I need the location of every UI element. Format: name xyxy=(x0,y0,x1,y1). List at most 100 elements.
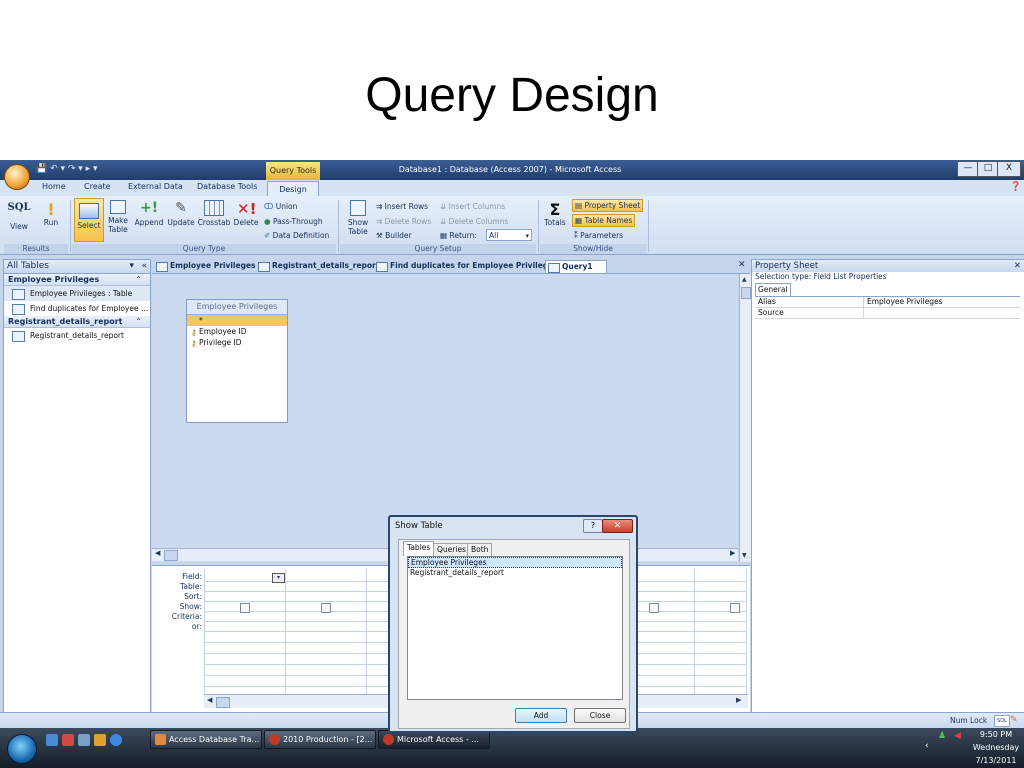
tray-expand-icon[interactable]: ‹ xyxy=(925,741,929,751)
parameters-button[interactable]: ⁑ Parameters xyxy=(574,231,623,240)
field-list-employee-privileges[interactable]: Employee Privileges * ⚷ Employee ID ⚷ Priv… xyxy=(186,299,288,423)
maximize-button[interactable]: □ xyxy=(977,161,999,177)
help-button[interactable]: ? xyxy=(583,519,603,533)
tab-both[interactable]: Both xyxy=(467,543,493,556)
help-icon[interactable]: ❓ xyxy=(1010,182,1021,192)
tab-tables[interactable]: Tables xyxy=(403,541,435,556)
clock-day: Wednesday xyxy=(972,743,1020,752)
table-list[interactable]: Employee Privileges Registrant_details_r… xyxy=(407,556,623,700)
clock[interactable]: 9:50 PM Wednesday 7/13/2011 xyxy=(968,728,1024,767)
make-table-button[interactable]: Make Table xyxy=(105,200,131,234)
tab-general[interactable]: General xyxy=(755,283,791,296)
union-button[interactable]: ↀ Union xyxy=(264,202,297,211)
scroll-down-icon[interactable]: ▼ xyxy=(742,552,747,559)
shutter-bar-close-icon[interactable]: « xyxy=(141,260,147,273)
nav-item-employee-privileges-table[interactable]: Employee Privileges : Table xyxy=(4,286,150,301)
doc-tab-registrant-details[interactable]: Registrant_details_report xyxy=(256,260,379,272)
nav-group-registrant-details[interactable]: Registrant_details_report ⌃ xyxy=(4,316,150,328)
nav-group-employee-privileges[interactable]: Employee Privileges ⌃ xyxy=(4,274,150,286)
tab-external-data[interactable]: External Data xyxy=(128,182,183,191)
insert-columns-button[interactable]: ⇊ Insert Columns xyxy=(440,202,505,211)
quick-launch-icon[interactable] xyxy=(62,734,74,746)
design-view-icon[interactable]: ✎ xyxy=(1010,715,1018,725)
nav-item-registrant-report[interactable]: Registrant_details_report xyxy=(4,328,150,343)
doc-tab-find-duplicates[interactable]: Find duplicates for Employee Privileges xyxy=(374,260,558,272)
show-checkbox[interactable] xyxy=(240,603,250,613)
doc-tab-employee-privileges[interactable]: Employee Privileges xyxy=(154,260,256,272)
close-icon[interactable]: ✕ xyxy=(1014,260,1021,272)
slide-title: Query Design xyxy=(365,69,659,122)
tab-database-tools[interactable]: Database Tools xyxy=(197,182,257,191)
field-all-columns[interactable]: * xyxy=(187,315,287,326)
start-button[interactable] xyxy=(7,734,37,764)
crosstab-button[interactable]: Crosstab xyxy=(197,200,231,227)
close-window-button[interactable]: X xyxy=(997,161,1021,177)
doc-tab-query1[interactable]: Query1 xyxy=(545,260,607,273)
property-sheet-button[interactable]: ▤ Property Sheet xyxy=(572,199,644,212)
field-employee-id[interactable]: ⚷ Employee ID xyxy=(187,326,287,337)
property-row-alias[interactable]: Alias Employee Privileges xyxy=(755,297,1020,308)
separator xyxy=(648,200,649,252)
list-item[interactable]: Employee Privileges xyxy=(408,557,622,568)
chevron-down-icon[interactable]: ▾ xyxy=(129,260,134,273)
tab-design[interactable]: Design xyxy=(267,181,319,197)
scroll-thumb[interactable] xyxy=(216,697,230,708)
show-table-button[interactable]: Show Table xyxy=(344,200,372,236)
view-button[interactable]: View xyxy=(6,222,32,231)
collapse-icon[interactable]: ⌃ xyxy=(135,274,142,285)
network-icon[interactable]: ♟ xyxy=(938,731,946,741)
close-document-icon[interactable]: ✕ xyxy=(738,260,746,270)
table-names-button[interactable]: ▦ Table Names xyxy=(572,214,636,227)
close-button[interactable]: Close xyxy=(574,708,626,723)
show-checkbox[interactable] xyxy=(730,603,740,613)
builder-button[interactable]: ⚒ Builder xyxy=(376,231,412,240)
scroll-right-icon[interactable]: ▶ xyxy=(736,696,741,704)
field-list-title[interactable]: Employee Privileges xyxy=(187,300,287,315)
select-query-button[interactable]: Select xyxy=(74,198,104,242)
collapse-icon[interactable]: ⌃ xyxy=(135,316,142,327)
field-dropdown-icon[interactable]: ▾ xyxy=(272,573,285,583)
show-desktop-icon[interactable] xyxy=(46,734,58,746)
pass-through-button[interactable]: ● Pass-Through xyxy=(264,217,323,226)
dialog-close-icon[interactable]: ✕ xyxy=(602,519,633,533)
tab-home[interactable]: Home xyxy=(42,182,66,191)
internet-explorer-icon[interactable] xyxy=(110,734,122,746)
quick-launch-icon[interactable] xyxy=(78,734,90,746)
nav-pane-header[interactable]: All Tables ▾ « xyxy=(4,260,150,274)
scroll-up-icon[interactable]: ▲ xyxy=(742,276,747,283)
append-button[interactable]: +! Append xyxy=(134,200,164,227)
property-row-source[interactable]: Source xyxy=(755,308,1020,319)
scroll-right-icon[interactable]: ▶ xyxy=(730,549,735,557)
return-select[interactable]: All ▾ xyxy=(486,229,532,241)
show-checkbox[interactable] xyxy=(321,603,331,613)
nav-item-find-duplicates[interactable]: Find duplicates for Employee ... xyxy=(4,301,150,316)
quick-launch-icon[interactable] xyxy=(94,734,106,746)
delete-rows-button[interactable]: ⇉ Delete Rows xyxy=(376,217,431,226)
show-checkbox[interactable] xyxy=(649,603,659,613)
add-button[interactable]: Add xyxy=(515,708,567,723)
tab-queries[interactable]: Queries xyxy=(433,543,470,556)
data-definition-button[interactable]: ✐ Data Definition xyxy=(264,231,329,240)
delete-query-button[interactable]: ✕! Delete xyxy=(233,200,259,227)
delete-columns-button[interactable]: ⇊ Delete Columns xyxy=(440,217,508,226)
scroll-thumb[interactable] xyxy=(164,550,178,561)
office-button[interactable] xyxy=(4,164,30,190)
design-pane-vertical-scrollbar[interactable]: ▲ ▼ xyxy=(739,274,751,562)
volume-icon[interactable]: ◀ xyxy=(954,731,961,741)
insert-rows-button[interactable]: ⇉ Insert Rows xyxy=(376,202,428,211)
field-privilege-id[interactable]: ⚷ Privilege ID xyxy=(187,337,287,348)
list-item[interactable]: Registrant_details_report xyxy=(408,568,622,577)
taskbar-button-2010-production[interactable]: 2010 Production - [2... xyxy=(264,730,376,749)
taskbar-button-access-database[interactable]: Access Database Tra... xyxy=(150,730,262,749)
tab-create[interactable]: Create xyxy=(84,182,111,191)
scroll-thumb[interactable] xyxy=(741,287,751,299)
totals-button[interactable]: Σ Totals xyxy=(542,200,568,227)
sql-view-button[interactable]: SQL xyxy=(994,715,1010,727)
show-table-icon xyxy=(350,200,366,216)
update-button[interactable]: ✎ Update xyxy=(166,200,196,227)
minimize-button[interactable]: — xyxy=(957,161,979,177)
run-button[interactable]: ! Run xyxy=(40,200,62,227)
scroll-left-icon[interactable]: ◀ xyxy=(155,549,160,557)
scroll-left-icon[interactable]: ◀ xyxy=(207,696,212,704)
quick-access-toolbar[interactable]: 💾 ↶ ▾ ↷ ▾ ▸ ▾ xyxy=(36,164,98,174)
